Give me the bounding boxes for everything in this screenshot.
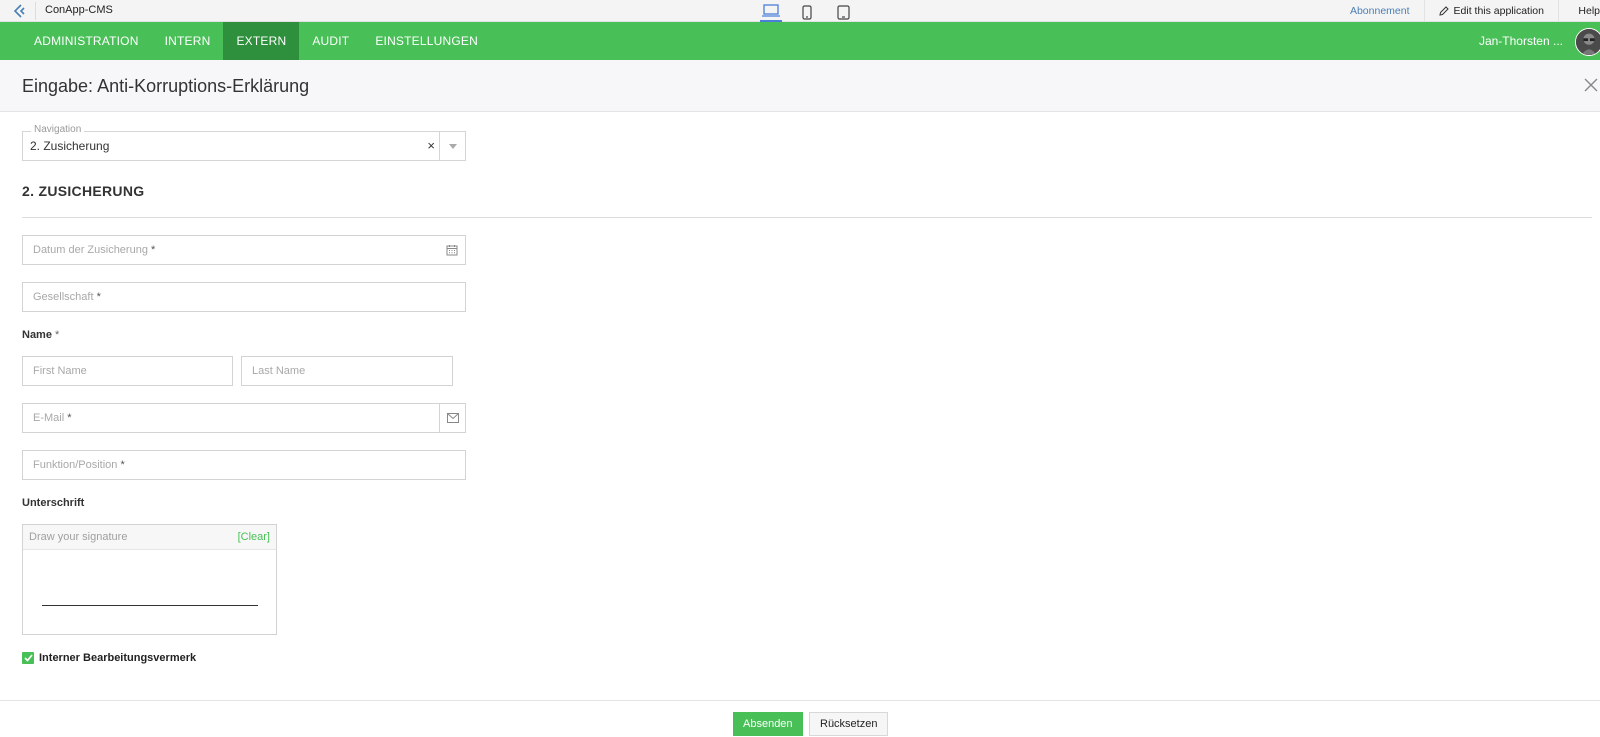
laptop-icon	[762, 4, 780, 17]
email-field-placeholder: E-Mail *	[33, 412, 72, 424]
envelope-icon	[446, 413, 459, 423]
submit-button[interactable]: Absenden	[733, 712, 803, 736]
help-label: Help	[1578, 5, 1600, 17]
tablet-icon	[836, 4, 850, 20]
internal-note-row: Interner Bearbeitungsvermerk	[22, 652, 196, 664]
phone-view-button[interactable]	[796, 2, 818, 22]
chevron-down-icon	[448, 143, 457, 149]
close-button[interactable]	[1582, 76, 1600, 94]
footer-divider	[0, 700, 1600, 701]
app-logo-icon[interactable]	[6, 2, 36, 20]
section-title: 2. ZUSICHERUNG	[22, 183, 145, 199]
avatar[interactable]	[1575, 28, 1600, 56]
signature-baseline	[42, 605, 258, 606]
subscription-label: Abonnement	[1349, 5, 1410, 17]
nav-item-extern[interactable]: EXTERN	[223, 22, 300, 60]
top-right-actions: Abonnement Edit this application ? Help	[1336, 0, 1600, 22]
first-name-field[interactable]: First Name	[22, 356, 233, 386]
first-name-placeholder: First Name	[33, 365, 87, 377]
company-field-placeholder: Gesellschaft *	[33, 291, 101, 303]
signature-header: Draw your signature [Clear]	[23, 525, 276, 550]
internal-note-checkbox[interactable]	[22, 652, 34, 664]
email-field[interactable]: E-Mail *	[22, 403, 466, 433]
nav-item-audit[interactable]: AUDIT	[299, 22, 362, 60]
navigation-select-label: Navigation	[31, 124, 85, 135]
name-label: Name *	[22, 329, 60, 341]
edit-application-button[interactable]: Edit this application	[1423, 0, 1558, 22]
form-header: Eingabe: Anti-Korruptions-Erklärung	[0, 60, 1600, 112]
last-name-placeholder: Last Name	[252, 365, 306, 377]
nav-item-administration[interactable]: ADMINISTRATION	[21, 22, 152, 60]
checkmark-icon	[23, 654, 33, 662]
navigation-dropdown-button[interactable]	[439, 132, 465, 160]
app-name: ConApp-CMS	[45, 4, 113, 16]
navigation-select[interactable]: Navigation 2. Zusicherung ×	[22, 124, 466, 161]
position-field[interactable]: Funktion/Position *	[22, 450, 466, 480]
section-divider	[22, 217, 1592, 218]
date-field[interactable]: Datum der Zusicherung *	[22, 235, 466, 265]
signature-placeholder: Draw your signature	[29, 531, 128, 543]
calendar-button[interactable]	[439, 236, 465, 264]
edit-application-label: Edit this application	[1453, 5, 1544, 17]
date-field-placeholder: Datum der Zusicherung *	[33, 244, 156, 256]
subscription-link[interactable]: Abonnement	[1336, 0, 1424, 22]
signature-clear-button[interactable]: [Clear]	[238, 531, 270, 543]
company-field[interactable]: Gesellschaft *	[22, 282, 466, 312]
device-preview-switcher	[760, 2, 854, 22]
nav-item-intern[interactable]: INTERN	[152, 22, 224, 60]
main-navigation: ADMINISTRATION INTERN EXTERN AUDIT EINST…	[0, 22, 1600, 60]
email-addon	[439, 404, 465, 432]
signature-pad[interactable]: Draw your signature [Clear]	[22, 524, 277, 635]
close-icon	[1584, 78, 1598, 92]
calendar-icon	[446, 245, 458, 256]
pencil-icon	[1438, 6, 1449, 16]
tablet-view-button[interactable]	[832, 2, 854, 22]
user-avatar-icon	[1576, 29, 1600, 55]
laptop-view-button[interactable]	[760, 2, 782, 22]
signature-label: Unterschrift	[22, 497, 85, 509]
nav-item-einstellungen[interactable]: EINSTELLUNGEN	[362, 22, 491, 60]
navigation-clear-button[interactable]: ×	[427, 138, 435, 153]
internal-note-label[interactable]: Interner Bearbeitungsvermerk	[39, 652, 196, 664]
phone-icon	[802, 4, 812, 20]
navigation-select-value: 2. Zusicherung	[30, 139, 110, 153]
reset-button[interactable]: Rücksetzen	[809, 712, 889, 736]
page-title: Eingabe: Anti-Korruptions-Erklärung	[22, 76, 310, 96]
position-field-placeholder: Funktion/Position *	[33, 459, 125, 471]
top-bar: ConApp-CMS Abonnement Edit this applicat…	[0, 0, 1600, 22]
user-menu[interactable]: Jan-Thorsten ...	[1479, 34, 1563, 48]
last-name-field[interactable]: Last Name	[241, 356, 453, 386]
help-button[interactable]: ? Help	[1558, 0, 1600, 22]
